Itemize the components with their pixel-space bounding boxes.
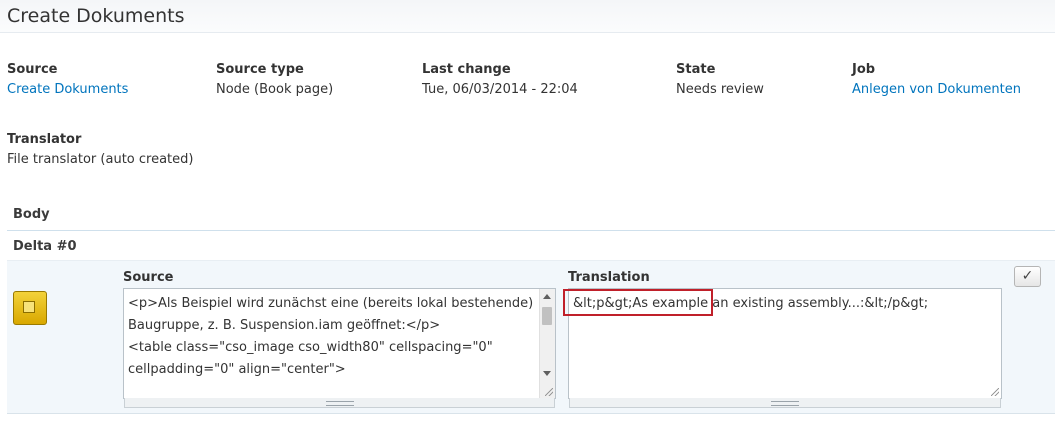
last-change-value: Tue, 06/03/2014 - 22:04	[422, 82, 578, 97]
accept-check-button[interactable]: ✓	[1014, 266, 1041, 287]
source-type-label: Source type	[216, 62, 304, 77]
source-textarea-grippie[interactable]	[124, 398, 555, 408]
meta-state: State Needs review	[676, 62, 764, 97]
meta-source: Source Create Dokuments	[7, 62, 128, 97]
translator-value: File translator (auto created)	[7, 152, 194, 167]
delta-section-header: Delta #0	[7, 232, 1055, 261]
source-link[interactable]: Create Dokuments	[7, 82, 128, 97]
last-change-label: Last change	[422, 62, 511, 77]
resize-handle-icon[interactable]	[545, 388, 553, 396]
meta-last-change: Last change Tue, 06/03/2014 - 22:04	[422, 62, 578, 97]
job-label: Job	[852, 62, 876, 77]
page-title: Create Dokuments	[7, 5, 185, 27]
source-type-value: Node (Book page)	[216, 82, 334, 97]
delta-section-title: Delta #0	[13, 239, 77, 254]
translation-textarea[interactable]: &lt;p&gt;As example an existing assembly…	[568, 288, 1002, 408]
translation-text: &lt;p&gt;As example an existing assembly…	[573, 296, 929, 311]
state-label: State	[676, 62, 716, 77]
translator-label: Translator	[7, 132, 82, 147]
state-value: Needs review	[676, 82, 764, 97]
source-text: <p>Als Beispiel wird zunächst eine (bere…	[128, 296, 534, 377]
scroll-thumb[interactable]	[542, 307, 552, 325]
status-square-icon	[23, 301, 35, 313]
translation-item-row: Source <p>Als Beispiel wird zunächst ein…	[7, 261, 1055, 414]
review-status-button[interactable]	[13, 291, 47, 325]
translation-textarea-grippie[interactable]	[569, 398, 1001, 408]
body-section-header: Body	[7, 198, 1055, 231]
meta-job: Job Anlegen von Dokumenten	[852, 62, 1021, 97]
source-scrollbar[interactable]	[539, 289, 555, 398]
meta-source-type: Source type Node (Book page)	[216, 62, 333, 97]
body-section-title: Body	[13, 207, 50, 222]
job-link[interactable]: Anlegen von Dokumenten	[852, 82, 1021, 97]
meta-translator: Translator File translator (auto created…	[7, 132, 193, 167]
source-label: Source	[7, 62, 58, 77]
resize-handle-icon[interactable]	[991, 388, 999, 396]
scroll-up-icon[interactable]	[543, 294, 551, 299]
translation-column-label: Translation	[568, 270, 650, 285]
page-header: Create Dokuments	[0, 0, 1055, 33]
source-column-label: Source	[123, 270, 174, 285]
scroll-down-icon[interactable]	[543, 371, 551, 376]
source-textarea[interactable]: <p>Als Beispiel wird zunächst eine (bere…	[123, 288, 556, 408]
